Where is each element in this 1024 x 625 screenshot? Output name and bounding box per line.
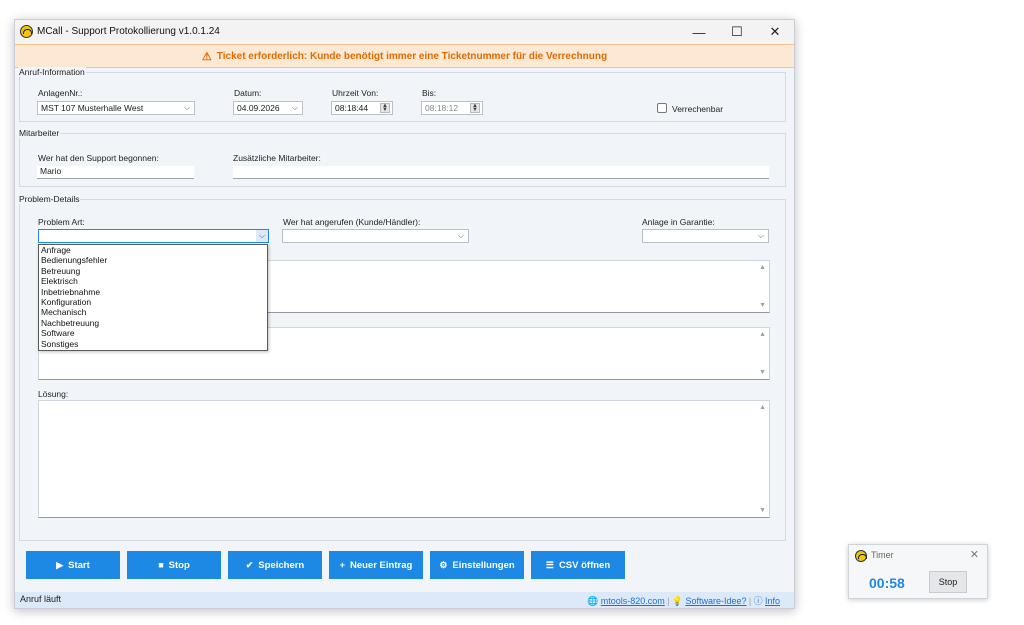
scroll-up-icon[interactable]: ▲ (759, 264, 766, 271)
title-bar[interactable]: MCall - Support Protokollierung v1.0.1.2… (15, 20, 794, 44)
begonnen-label: Wer hat den Support begonnen: (38, 153, 159, 163)
bis-label: Bis: (422, 88, 437, 98)
angerufen-label: Wer hat angerufen (Kunde/Händler): (283, 217, 421, 227)
garantie-select[interactable]: ⌵ (642, 229, 769, 243)
anlage-label: AnlagenNr.: (38, 88, 83, 98)
chevron-down-icon: ⌵ (291, 103, 298, 112)
globe-icon: 🌐 (587, 596, 599, 606)
uhrzeit-von-value: 08:18:44 (335, 103, 369, 113)
anruf-group-title: Anruf-Information (18, 67, 86, 77)
timer-close-button[interactable]: ✕ (970, 548, 979, 561)
timer-stop-button[interactable]: Stop (929, 571, 967, 593)
app-icon (20, 25, 33, 38)
dropdown-option[interactable]: Software (39, 328, 267, 338)
start-button[interactable]: ▶ Start (26, 551, 120, 579)
window-title: MCall - Support Protokollierung v1.0.1.2… (37, 26, 220, 37)
zusaetzlich-label: Zusätzliche Mitarbeiter: (233, 153, 321, 163)
chevron-down-icon: ⌵ (183, 103, 190, 112)
timer-window: Timer ✕ 00:58 Stop (848, 544, 988, 599)
scroll-down-icon[interactable]: ▼ (759, 369, 766, 376)
dropdown-option[interactable]: Betreuung (39, 266, 267, 276)
anlage-value: MST 107 Musterhalle West (41, 103, 144, 113)
dropdown-option[interactable]: Bedienungsfehler (39, 255, 267, 265)
dropdown-option[interactable]: Elektrisch (39, 276, 267, 286)
dropdown-option[interactable]: Mechanisch (39, 307, 267, 317)
dropdown-option[interactable]: Nachbetreuung (39, 318, 267, 328)
warning-icon: ⚠ (201, 50, 212, 63)
scroll-down-icon[interactable]: ▼ (759, 302, 766, 309)
mitarbeiter-group-title: Mitarbeiter (18, 128, 61, 138)
dropdown-option[interactable]: Sonstiges (39, 339, 267, 349)
angerufen-select[interactable]: ⌵ (282, 229, 469, 243)
chevron-down-icon: ⌵ (757, 231, 764, 240)
check-icon: ✔ (245, 559, 254, 570)
stop-button-label: Stop (168, 559, 190, 571)
new-entry-button-label: Neuer Eintrag (349, 559, 413, 571)
info-link[interactable]: Info (765, 596, 780, 606)
open-csv-button[interactable]: ☰ CSV öffnen (531, 551, 625, 579)
status-text: Anruf läuft (20, 594, 62, 604)
problem-group-title: Problem-Details (18, 194, 81, 204)
dropdown-option[interactable]: Anfrage (39, 245, 267, 255)
save-button[interactable]: ✔ Speichern (228, 551, 322, 579)
problem-art-label: Problem Art: (38, 217, 85, 227)
garantie-label: Anlage in Garantie: (642, 217, 715, 227)
dropdown-option[interactable]: Konfiguration (39, 297, 267, 307)
menu-icon: ☰ (545, 559, 554, 570)
status-links: 🌐 mtools-820.com | 💡 Software-Idee? | ⓘ … (587, 594, 780, 607)
uhrzeit-von-input[interactable]: 08:18:44 ▲ ▼ (331, 101, 393, 115)
stop-icon: ■ (158, 560, 164, 570)
scroll-up-icon[interactable]: ▲ (759, 331, 766, 338)
chevron-down-icon: ⌵ (457, 231, 464, 240)
bis-value: 08:18:12 (425, 103, 459, 113)
website-link[interactable]: mtools-820.com (601, 596, 665, 606)
save-button-label: Speichern (258, 559, 305, 571)
datum-value: 04.09.2026 (237, 103, 280, 113)
play-icon: ▶ (56, 559, 64, 570)
app-icon (855, 550, 867, 562)
separator: | (667, 596, 670, 606)
separator: | (748, 596, 752, 606)
gear-icon: ⚙ (439, 559, 448, 570)
problem-art-dropdown-list[interactable]: Anfrage Bedienungsfehler Betreuung Elekt… (38, 244, 268, 351)
main-window: MCall - Support Protokollierung v1.0.1.2… (14, 19, 795, 609)
start-button-label: Start (68, 559, 90, 571)
spinner-icon[interactable]: ▲ ▼ (470, 103, 480, 113)
datum-picker[interactable]: 04.09.2026 ⌵ (233, 101, 303, 115)
scroll-up-icon[interactable]: ▲ (759, 404, 766, 411)
status-bar: Anruf läuft 🌐 mtools-820.com | 💡 Softwar… (15, 592, 794, 608)
loesung-textarea[interactable]: ▲ ▼ (38, 400, 770, 518)
settings-button-label: Einstellungen (452, 559, 515, 571)
loesung-label: Lösung: (38, 389, 69, 399)
open-csv-button-label: CSV öffnen (558, 559, 611, 571)
zusaetzlich-input[interactable] (233, 166, 769, 179)
problem-art-select[interactable]: ⌵ (38, 229, 269, 243)
minimize-button[interactable]: — (680, 20, 718, 44)
dropdown-option[interactable]: Inbetriebnahme (39, 287, 267, 297)
software-idea-link[interactable]: Software-Idee? (685, 596, 746, 606)
timer-time: 00:58 (869, 575, 905, 591)
bis-input[interactable]: 08:18:12 ▲ ▼ (421, 101, 483, 115)
banner-text: Ticket erforderlich: Kunde benötigt imme… (216, 50, 608, 62)
scroll-down-icon[interactable]: ▼ (759, 507, 766, 514)
new-entry-button[interactable]: + Neuer Eintrag (329, 551, 423, 579)
ticket-warning-banner: ⚠ Ticket erforderlich: Kunde benötigt im… (15, 44, 794, 68)
settings-button[interactable]: ⚙ Einstellungen (430, 551, 524, 579)
datum-label: Datum: (234, 88, 262, 98)
plus-icon: + (339, 560, 345, 570)
chevron-down-icon: ⌵ (256, 230, 268, 242)
begonnen-input[interactable]: Mario (37, 166, 194, 179)
stop-button[interactable]: ■ Stop (127, 551, 221, 579)
verrechenbar-checkbox[interactable] (657, 103, 667, 113)
uhrzeit-von-label: Uhrzeit Von: (332, 88, 379, 98)
timer-title: Timer (871, 550, 894, 560)
lightbulb-icon: 💡 (671, 596, 684, 606)
close-button[interactable]: ✕ (756, 20, 794, 44)
anlage-select[interactable]: MST 107 Musterhalle West ⌵ (37, 101, 195, 115)
maximize-button[interactable]: ☐ (718, 20, 756, 44)
verrechenbar-label: Verrechenbar (672, 104, 724, 114)
info-icon: ⓘ (753, 596, 763, 606)
spinner-icon[interactable]: ▲ ▼ (380, 103, 390, 113)
